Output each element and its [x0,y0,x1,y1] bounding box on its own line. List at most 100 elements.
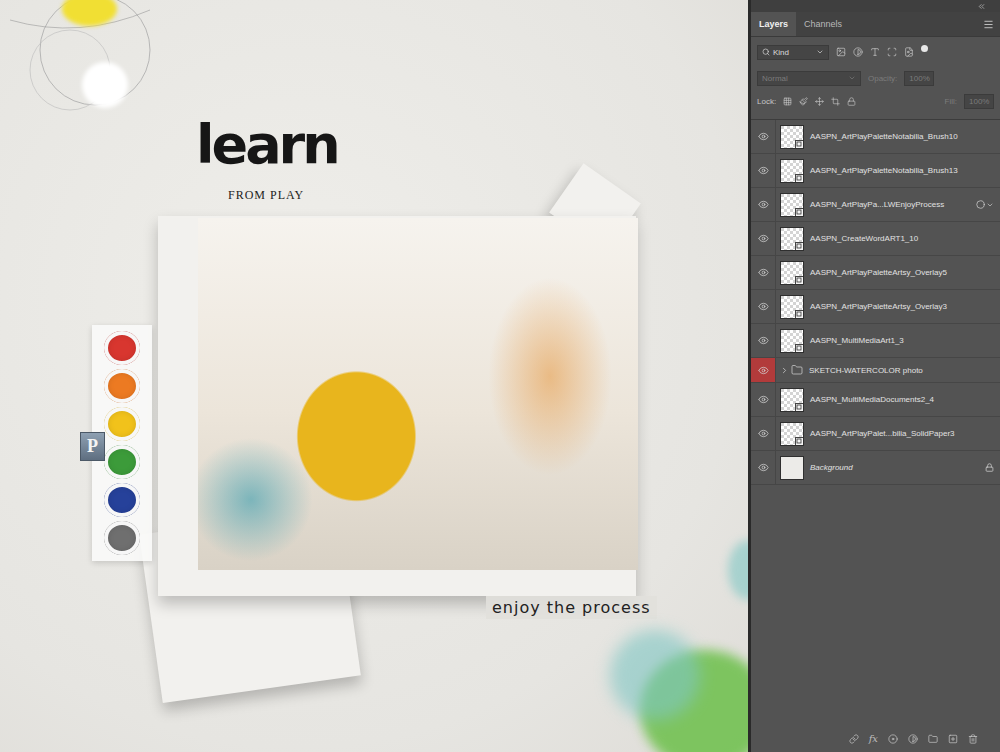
layer-thumbnail [780,193,804,217]
lock-artboard-icon[interactable] [831,97,840,106]
paint-pan [104,521,140,555]
eye-icon [758,428,769,439]
lock-label: Lock: [757,97,776,106]
new-layer-icon[interactable] [948,734,958,744]
adjustment-filter-icon[interactable] [853,47,863,57]
type-filter-icon[interactable] [870,47,880,57]
eye-icon [758,165,769,176]
layer-name[interactable]: AASPN_ArtPlayPa...LWEnjoyProcess [810,188,976,221]
folder-icon [791,364,803,376]
lock-row: Lock: Fill: 100% [751,89,1000,113]
visibility-toggle[interactable] [751,451,776,484]
layer-name[interactable]: AASPN_ArtPlayPalet...bilia_SolidPaper3 [810,417,994,450]
smart-object-icon [795,140,803,148]
layer-row[interactable]: AASPN_ArtPlayPaletteArtsy_Overlay3 [751,290,1000,324]
layer-row[interactable]: AASPN_ArtPlayPaletteNotabilia_Brush13 [751,154,1000,188]
layer-name[interactable]: AASPN_MultiMediaDocuments2_4 [810,383,994,416]
eye-icon [758,301,769,312]
photo [198,218,638,570]
visibility-toggle[interactable] [751,188,776,221]
document-canvas[interactable]: learnFROM PLAYPenjoy the process [0,0,748,752]
search-icon [762,48,770,56]
layer-name[interactable]: AASPN_ArtPlayPaletteArtsy_Overlay3 [810,290,994,323]
eye-icon [758,462,769,473]
filter-kind-dropdown[interactable]: Kind [757,45,829,60]
lock-pixels-icon[interactable] [799,97,808,106]
paint-pan [104,407,140,441]
blend-row: NormalOpacity:100% [751,67,1000,89]
layer-name[interactable]: AASPN_ArtPlayPaletteArtsy_Overlay5 [810,256,994,289]
layers-panel: LayersChannelsKindNormalOpacity:100%Lock… [751,0,1000,752]
white-splash [82,62,128,108]
lock-all-icon[interactable] [847,97,856,106]
layer-list: AASPN_ArtPlayPaletteNotabilia_Brush10AAS… [751,119,1000,485]
collapse-panel-icon[interactable] [977,2,986,11]
lock-transparency-icon[interactable] [783,97,792,106]
menu-icon [983,19,994,30]
adjustment-layer-icon[interactable] [908,734,918,744]
paint-pan [104,445,140,479]
visibility-toggle[interactable] [751,120,776,153]
collapse-icon[interactable] [780,366,789,375]
layer-row[interactable]: AASPN_MultiMediaDocuments2_4 [751,383,1000,417]
layer-thumbnail [780,159,804,183]
layer-name[interactable]: SKETCH-WATERCOLOR photo [809,358,994,382]
visibility-toggle[interactable] [751,358,776,382]
visibility-toggle[interactable] [751,290,776,323]
layer-row[interactable]: AASPN_ArtPlayPalet...bilia_SolidPaper3 [751,417,1000,451]
effects-icon[interactable] [976,200,985,209]
yellow-splash [62,0,117,26]
fill-label: Fill: [945,97,957,106]
smart-object-icon [795,437,803,445]
visibility-toggle[interactable] [751,417,776,450]
layer-name[interactable]: Background [810,451,985,484]
layer-thumb-cell [776,188,810,221]
panel-footer: fx [751,725,1000,752]
shape-filter-icon[interactable] [887,47,897,57]
layer-row[interactable]: AASPN_CreateWordART1_10 [751,222,1000,256]
paint-pan [104,369,140,403]
smart-object-filter-icon[interactable] [904,47,914,57]
eye-icon [758,365,769,376]
filter-toggle[interactable] [921,45,928,52]
edge-splash [728,540,748,600]
visibility-toggle[interactable] [751,154,776,187]
layer-row[interactable]: AASPN_ArtPlayPa...LWEnjoyProcess [751,188,1000,222]
layer-name[interactable]: AASPN_MultiMediaArt1_3 [810,324,994,357]
new-group-icon[interactable] [928,734,938,744]
smart-object-icon [795,242,803,250]
layer-thumbnail [780,329,804,353]
layer-group-row[interactable]: SKETCH-WATERCOLOR photo [751,358,1000,383]
layer-row[interactable]: AASPN_MultiMediaArt1_3 [751,324,1000,358]
lock-position-icon[interactable] [815,97,824,106]
layer-thumbnail [780,456,804,480]
visibility-toggle[interactable] [751,256,776,289]
add-mask-icon[interactable] [888,734,898,744]
visibility-toggle[interactable] [751,324,776,357]
panel-menu-button[interactable] [977,12,1000,36]
blend-mode-dropdown[interactable]: Normal [757,71,861,86]
photoshop-window: learnFROM PLAYPenjoy the processLayersCh… [0,0,1000,752]
layer-thumb-cell [776,120,810,153]
layer-row[interactable]: AASPN_ArtPlayPaletteNotabilia_Brush10 [751,120,1000,154]
layer-style-button[interactable]: fx [869,733,878,744]
layer-row[interactable]: AASPN_ArtPlayPaletteArtsy_Overlay5 [751,256,1000,290]
layer-thumb-cell [776,290,810,323]
link-layers-icon[interactable] [849,734,859,744]
paint-pan [104,331,140,365]
layer-name[interactable]: AASPN_ArtPlayPaletteNotabilia_Brush10 [810,120,994,153]
layer-name[interactable]: AASPN_ArtPlayPaletteNotabilia_Brush13 [810,154,994,187]
delete-layer-icon[interactable] [968,734,978,744]
layer-row[interactable]: Background [751,451,1000,485]
panel-tab[interactable]: Channels [796,12,850,36]
opacity-field[interactable]: 100% [904,71,934,86]
pixel-filter-icon[interactable] [836,47,846,57]
layer-name[interactable]: AASPN_CreateWordART1_10 [810,222,994,255]
visibility-toggle[interactable] [751,383,776,416]
visibility-toggle[interactable] [751,222,776,255]
fill-field[interactable]: 100% [964,94,994,109]
eye-icon [758,233,769,244]
filter-row: Kind [751,37,1000,67]
panel-tab[interactable]: Layers [751,12,796,36]
effects-expand-icon[interactable] [986,201,994,209]
